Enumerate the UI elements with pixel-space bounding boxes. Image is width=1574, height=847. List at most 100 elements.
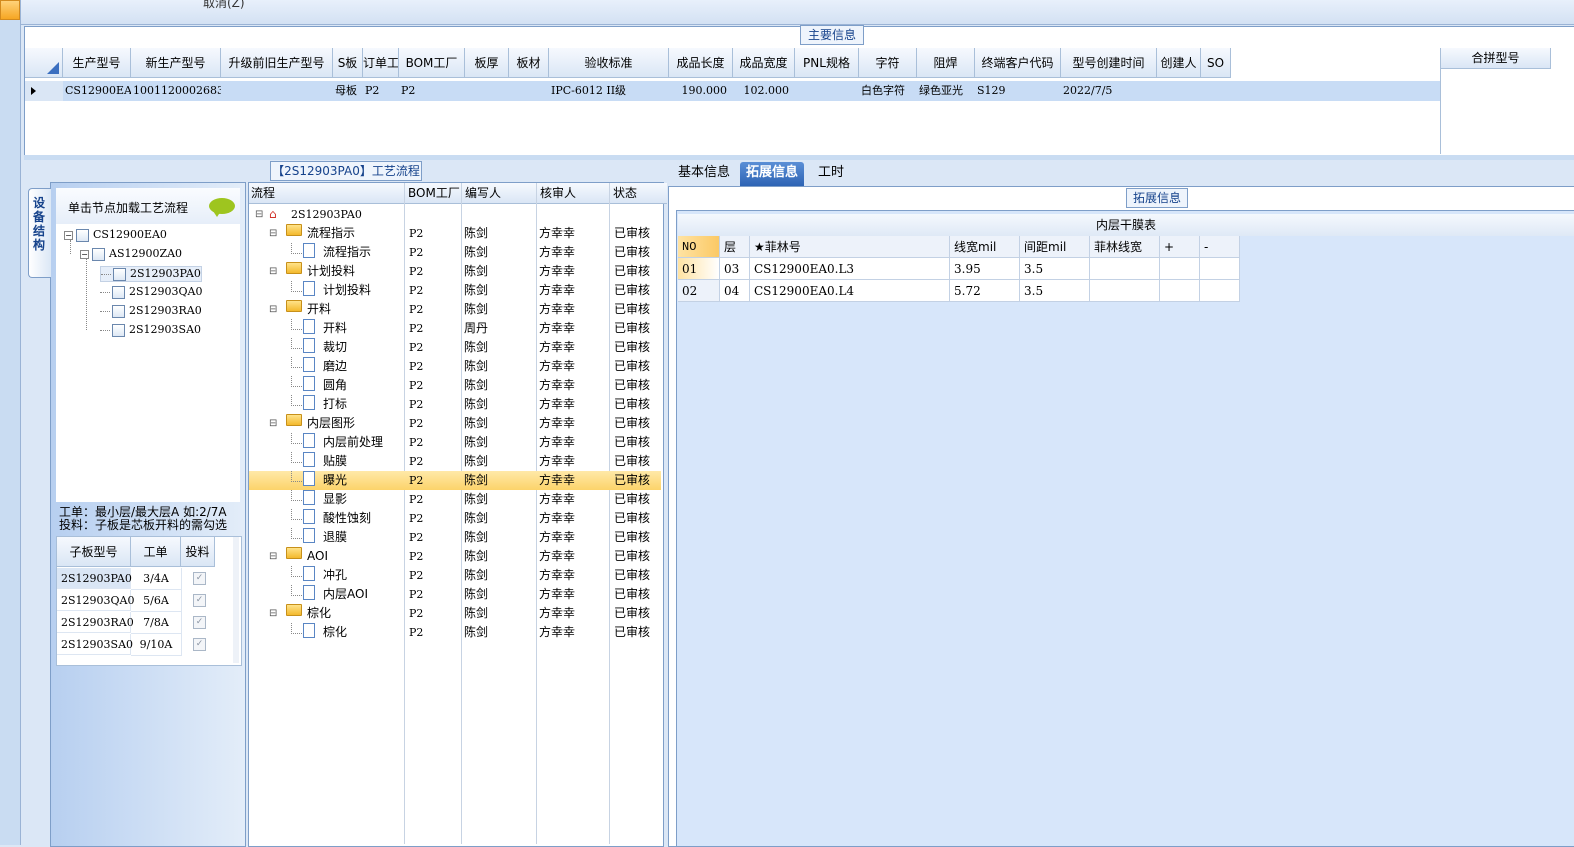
grid-cell[interactable] xyxy=(1160,280,1200,302)
grid-cell[interactable]: 10011200026833 xyxy=(133,81,221,101)
grid-cell[interactable]: CS12900EA0.L3 xyxy=(750,258,950,280)
feed-checkbox[interactable]: ✓ xyxy=(193,616,206,629)
tab-extended-info[interactable]: 拓展信息 xyxy=(740,162,805,186)
column-header[interactable]: 间距mil xyxy=(1020,236,1090,258)
collapse-toggle-icon[interactable]: ⊟ xyxy=(269,414,277,433)
checkbox[interactable] xyxy=(76,228,89,242)
process-row[interactable]: 贴膜 P2 陈剑 方幸幸 已审核 xyxy=(249,452,661,471)
grid-cell[interactable]: 02 xyxy=(678,280,720,302)
checkbox[interactable] xyxy=(112,304,125,318)
column-header[interactable]: 板厚 xyxy=(465,48,509,78)
collapse-toggle-icon[interactable]: ⊟ xyxy=(269,300,277,319)
grid-cell[interactable] xyxy=(1090,258,1160,280)
process-row[interactable]: 内层AOI P2 陈剑 方幸幸 已审核 xyxy=(249,585,661,604)
column-header[interactable]: 型号创建时间 xyxy=(1061,48,1157,78)
grid-cell[interactable] xyxy=(1200,258,1240,280)
dock-tab-icon[interactable] xyxy=(0,0,20,20)
column-header[interactable]: 工单 xyxy=(131,537,181,567)
grid-cell[interactable]: IPC-6012 II级 xyxy=(551,81,669,101)
tab-work-hours[interactable]: 工时 xyxy=(812,162,850,186)
grid-cell[interactable] xyxy=(511,81,549,101)
column-header[interactable]: - xyxy=(1200,236,1240,258)
grid-cell[interactable]: 03 xyxy=(720,258,750,280)
tree-node[interactable]: 2S12903PA0 xyxy=(100,266,202,282)
main-info-row[interactable]: CS12900EA010011200026833母板P2P2IPC-6012 I… xyxy=(25,81,1440,101)
grid-cell[interactable]: 2S12903RA0 xyxy=(57,612,134,633)
process-row[interactable]: 裁切 P2 陈剑 方幸幸 已审核 xyxy=(249,338,661,357)
grid-cell[interactable]: 3.95 xyxy=(950,258,1020,280)
grid-cell[interactable] xyxy=(467,81,509,101)
grid-cell[interactable]: 3/4A xyxy=(131,568,182,590)
collapse-toggle-icon[interactable]: ⊟ xyxy=(269,547,277,566)
column-header[interactable]: 子板型号 xyxy=(57,537,131,567)
column-header[interactable]: 成品长度 xyxy=(669,48,733,78)
collapse-toggle-icon[interactable]: ⊟ xyxy=(269,262,277,281)
collapse-toggle-icon[interactable]: ⊟ xyxy=(269,604,277,623)
tab-basic-info[interactable]: 基本信息 xyxy=(672,162,736,186)
grid-cell[interactable]: 5/6A xyxy=(131,590,182,612)
column-header[interactable]: ★菲林号 xyxy=(750,236,950,258)
grid-cell[interactable]: 2S12903QA0 xyxy=(57,590,135,611)
column-header[interactable]: 新生产型号 xyxy=(131,48,221,78)
collapse-toggle-icon[interactable]: − xyxy=(80,249,89,259)
collapse-toggle-icon[interactable]: ⊟ xyxy=(269,224,277,243)
grid-cell[interactable] xyxy=(1090,280,1160,302)
grid-cell[interactable]: CS12900EA0.L4 xyxy=(750,280,950,302)
column-header[interactable]: 成品宽度 xyxy=(733,48,795,78)
column-header[interactable]: S板 xyxy=(333,48,363,78)
checkbox[interactable] xyxy=(112,285,125,299)
column-header[interactable]: 字符 xyxy=(859,48,917,78)
grid-cell[interactable]: S129 xyxy=(977,81,1061,101)
column-header[interactable]: NO xyxy=(678,236,720,258)
checkbox[interactable] xyxy=(112,323,125,337)
process-row[interactable]: 开料 P2 周丹 方幸幸 已审核 xyxy=(249,319,661,338)
column-header[interactable]: 流程 xyxy=(249,183,408,204)
process-row[interactable]: ⊟ 流程指示 P2 陈剑 方幸幸 已审核 xyxy=(249,224,661,243)
process-row[interactable]: ⊟ AOI P2 陈剑 方幸幸 已审核 xyxy=(249,547,661,566)
process-row[interactable]: 曝光 P2 陈剑 方幸幸 已审核 xyxy=(249,471,661,490)
column-header[interactable]: 板材 xyxy=(509,48,549,78)
grid-cell[interactable]: 绿色亚光 xyxy=(919,81,975,101)
tree-node[interactable]: − AS12900ZA0 xyxy=(80,247,182,261)
grid-cell[interactable]: 04 xyxy=(720,280,750,302)
column-header[interactable]: 阻焊 xyxy=(917,48,975,78)
grid-cell[interactable] xyxy=(1200,280,1240,302)
grid-cell[interactable] xyxy=(223,81,333,101)
process-row[interactable]: 退膜 P2 陈剑 方幸幸 已审核 xyxy=(249,528,661,547)
column-header[interactable]: BOM工厂 xyxy=(406,183,465,204)
grid-cell[interactable]: 190.000 xyxy=(671,81,728,101)
column-header[interactable]: 验收标准 xyxy=(549,48,669,78)
splitter[interactable] xyxy=(24,155,1574,160)
grid-cell[interactable]: 3.5 xyxy=(1020,258,1090,280)
tree-node[interactable]: 2S12903SA0 xyxy=(100,323,201,337)
column-header[interactable]: 菲林线宽 xyxy=(1090,236,1160,258)
process-row[interactable]: 显影 P2 陈剑 方幸幸 已审核 xyxy=(249,490,661,509)
grid-cell[interactable]: 01 xyxy=(678,258,720,280)
column-header[interactable]: 层 xyxy=(720,236,750,258)
merge-model-header[interactable]: 合拼型号 xyxy=(1441,48,1551,69)
grid-cell[interactable] xyxy=(1160,258,1200,280)
process-row[interactable]: 冲孔 P2 陈剑 方幸幸 已审核 xyxy=(249,566,661,585)
column-header[interactable]: 终端客户代码 xyxy=(975,48,1061,78)
process-row[interactable]: ⊟ 计划投料 P2 陈剑 方幸幸 已审核 xyxy=(249,262,661,281)
grid-cell[interactable]: 白色字符 xyxy=(861,81,917,101)
grid-cell[interactable]: 9/10A xyxy=(131,634,182,656)
process-row[interactable]: 圆角 P2 陈剑 方幸幸 已审核 xyxy=(249,376,661,395)
tree-node[interactable]: − CS12900EA0 xyxy=(64,228,167,242)
column-header[interactable]: 生产型号 xyxy=(63,48,131,78)
column-header[interactable]: SO xyxy=(1201,48,1231,78)
grid-cell[interactable]: 2S12903PA0 xyxy=(57,568,132,589)
scrollbar[interactable] xyxy=(233,537,239,663)
grid-cell[interactable]: 5.72 xyxy=(950,280,1020,302)
collapse-toggle-icon[interactable]: ⊟ xyxy=(255,205,263,224)
tree-node[interactable]: 2S12903QA0 xyxy=(100,285,203,299)
process-row[interactable]: 计划投料 P2 陈剑 方幸幸 已审核 xyxy=(249,281,661,300)
process-row[interactable]: 内层前处理 P2 陈剑 方幸幸 已审核 xyxy=(249,433,661,452)
process-row[interactable]: 流程指示 P2 陈剑 方幸幸 已审核 xyxy=(249,243,661,262)
column-header[interactable]: 线宽mil xyxy=(950,236,1020,258)
checkbox[interactable] xyxy=(92,247,105,261)
grid-cell[interactable] xyxy=(797,81,859,101)
grid-cell[interactable]: 母板 xyxy=(335,81,363,101)
tree-root[interactable]: ⊟ ⌂ 2S12903PA0 xyxy=(249,205,661,224)
collapse-toggle-icon[interactable]: − xyxy=(64,230,73,240)
